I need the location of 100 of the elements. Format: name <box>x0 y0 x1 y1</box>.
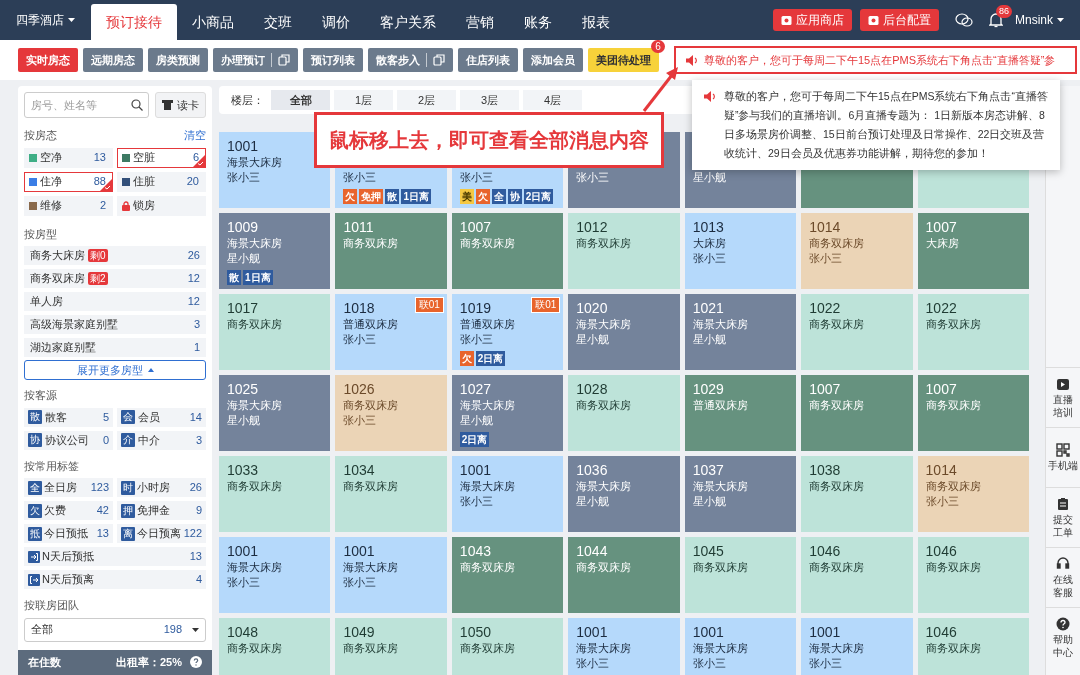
status-filter[interactable]: 锁房 <box>117 195 206 216</box>
nav-tab[interactable]: 账务 <box>509 4 567 40</box>
rail-button[interactable]: 提交工单 <box>1046 487 1080 547</box>
toolbar-button[interactable]: 添加会员 <box>523 48 583 72</box>
room-type-filter[interactable]: 单人房 12 <box>24 292 206 311</box>
room-card[interactable]: 1046 商务双床房 <box>917 618 1029 675</box>
toolbar-button[interactable]: 散客步入 <box>368 48 453 72</box>
nav-tab[interactable]: 预订接待 <box>91 4 177 40</box>
notice-bar[interactable]: 尊敬的客户，您可于每周二下午15点在PMS系统右下角点击“直播答疑”参 <box>674 46 1077 74</box>
room-card[interactable]: 1001 海景大床房 张小三 <box>219 132 331 208</box>
room-card[interactable]: 1025 海景大床房 星小舰 <box>219 375 331 451</box>
room-card[interactable]: 1033 商务双床房 <box>219 456 331 532</box>
source-filter[interactable]: 会 会员 14 <box>117 407 206 427</box>
room-card[interactable]: 1022 商务双床房 <box>917 294 1029 370</box>
nav-tab[interactable]: 小商品 <box>177 4 249 40</box>
tag-filter[interactable]: 时 小时房 26 <box>117 478 206 497</box>
room-card[interactable]: 1001 海景大床房 张小三 <box>801 618 913 675</box>
rail-button[interactable]: 直播培训 <box>1046 367 1080 427</box>
room-card[interactable]: 1034 商务双床房 <box>335 456 447 532</box>
room-type-filter[interactable]: 商务大床房 剩0 26 <box>24 246 206 265</box>
read-card-button[interactable]: 读卡 <box>155 92 206 118</box>
room-card[interactable]: 1001 海景大床房 张小三 <box>684 618 797 675</box>
copy-icon[interactable] <box>278 54 290 66</box>
room-card[interactable]: 1044 商务双床房 <box>568 537 680 613</box>
room-card[interactable]: 1029 普通双床房 <box>684 375 797 451</box>
room-card[interactable]: 1013 大床房 张小三 <box>684 213 797 289</box>
nav-tab[interactable]: 报表 <box>567 4 625 40</box>
floor-tab[interactable]: 3层 <box>460 90 519 110</box>
room-card[interactable]: 1001 海景大床房 张小三 <box>451 456 564 532</box>
status-filter[interactable]: 空净 13 <box>24 147 113 168</box>
room-card[interactable]: 1027 海景大床房 星小舰 2日离 <box>451 375 564 451</box>
room-card[interactable]: 1001 海景大床房 张小三 <box>568 618 680 675</box>
room-card[interactable]: 1012 商务双床房 <box>568 213 680 289</box>
room-card[interactable]: 1026 商务双床房 张小三 <box>335 375 447 451</box>
source-filter[interactable]: 散 散客 5 <box>24 407 113 427</box>
toolbar-button[interactable]: 房类预测 <box>148 48 208 72</box>
room-card[interactable]: 1050 商务双床房 <box>451 618 564 675</box>
room-card[interactable]: 1028 商务双床房 <box>568 375 680 451</box>
room-card[interactable]: 1048 商务双床房 <box>219 618 331 675</box>
chat-icon[interactable] <box>955 12 973 28</box>
nav-tab[interactable]: 营销 <box>451 4 509 40</box>
room-card[interactable]: 1009 海景大床房 星小舰 散 1日离 <box>219 213 331 289</box>
status-filter[interactable]: 空脏 6 <box>117 147 206 168</box>
tag-filter[interactable]: 离 今日预离 122 <box>117 524 206 543</box>
tag-filter[interactable]: 抵 今日预抵 13 <box>24 524 113 543</box>
room-card[interactable]: 1036 海景大床房 星小舰 <box>568 456 680 532</box>
search-field[interactable]: 房号、姓名等 <box>24 92 149 118</box>
toolbar-button[interactable]: 预订列表 <box>303 48 363 72</box>
help-icon[interactable] <box>190 656 202 669</box>
room-card[interactable]: 1037 海景大床房 星小舰 <box>684 456 797 532</box>
tag-filter[interactable]: N天后预抵 13 <box>24 547 206 566</box>
team-select[interactable]: 全部 198 <box>24 617 206 642</box>
room-card[interactable]: 1017 商务双床房 <box>219 294 331 370</box>
room-card[interactable]: 1020 海景大床房 星小舰 <box>568 294 680 370</box>
room-card[interactable]: 1019 普通双床房 张小三 欠 2日离 联01 <box>451 294 564 370</box>
source-filter[interactable]: 介 中介 3 <box>117 430 206 450</box>
room-type-filter[interactable]: 湖边家庭别墅 1 <box>24 338 206 357</box>
clear-link[interactable]: 清空 <box>184 127 206 144</box>
room-card[interactable]: 1043 商务双床房 <box>451 537 564 613</box>
tag-filter[interactable]: 全 全日房 123 <box>24 478 113 497</box>
toolbar-button[interactable]: 住店列表 <box>458 48 518 72</box>
toolbar-button[interactable]: 实时房态 <box>18 48 78 72</box>
room-card[interactable]: 1046 商务双床房 <box>801 537 913 613</box>
bell-icon[interactable] <box>989 12 1003 28</box>
room-card[interactable]: 1001 海景大床房 张小三 <box>219 537 331 613</box>
source-filter[interactable]: 协 协议公司 0 <box>24 430 113 450</box>
hotel-switcher[interactable]: 四季酒店 <box>0 11 91 29</box>
room-card[interactable]: 1014 商务双床房 张小三 <box>917 456 1029 532</box>
user-menu[interactable]: Mnsink <box>1015 11 1064 29</box>
rail-button[interactable]: 在线客服 <box>1046 547 1080 607</box>
room-card[interactable]: 1021 海景大床房 星小舰 <box>684 294 797 370</box>
status-filter[interactable]: 维修 2 <box>24 195 113 216</box>
nav-tab[interactable]: 交班 <box>249 4 307 40</box>
room-card[interactable]: 1018 普通双床房 张小三 联01 <box>335 294 447 370</box>
room-card[interactable]: 1001 海景大床房 张小三 <box>335 537 447 613</box>
room-card[interactable]: 1045 商务双床房 <box>684 537 797 613</box>
room-card[interactable]: 1007 大床房 <box>917 213 1029 289</box>
room-card[interactable]: 1049 商务双床房 <box>335 618 447 675</box>
floor-tab[interactable]: 1层 <box>334 90 393 110</box>
expand-room-types-button[interactable]: 展开更多房型 <box>24 360 206 380</box>
room-type-filter[interactable]: 高级海景家庭别墅 3 <box>24 315 206 334</box>
tag-filter[interactable]: 欠 欠费 42 <box>24 501 113 520</box>
floor-tab[interactable]: 全部 <box>271 90 330 110</box>
tag-filter[interactable]: 押 免押金 9 <box>117 501 206 520</box>
header-button[interactable]: 应用商店 <box>773 9 852 31</box>
room-card[interactable]: 1007 商务双床房 <box>451 213 564 289</box>
floor-tab[interactable]: 4层 <box>523 90 582 110</box>
copy-icon[interactable] <box>433 54 445 66</box>
room-type-filter[interactable]: 商务双床房 剩2 12 <box>24 269 206 288</box>
floor-tab[interactable]: 2层 <box>397 90 456 110</box>
header-button[interactable]: 后台配置 <box>860 9 939 31</box>
room-card[interactable]: 1046 商务双床房 <box>917 537 1029 613</box>
room-card[interactable]: 1022 商务双床房 <box>801 294 913 370</box>
room-card[interactable]: 1014 商务双床房 张小三 <box>801 213 913 289</box>
nav-tab[interactable]: 客户关系 <box>365 4 451 40</box>
tag-filter[interactable]: N天后预离 4 <box>24 570 206 589</box>
toolbar-button[interactable]: 远期房态 <box>83 48 143 72</box>
toolbar-button[interactable]: 办理预订 <box>213 48 298 72</box>
room-card[interactable]: 1007 商务双床房 <box>801 375 913 451</box>
rail-button[interactable]: 手机端 <box>1046 427 1080 487</box>
